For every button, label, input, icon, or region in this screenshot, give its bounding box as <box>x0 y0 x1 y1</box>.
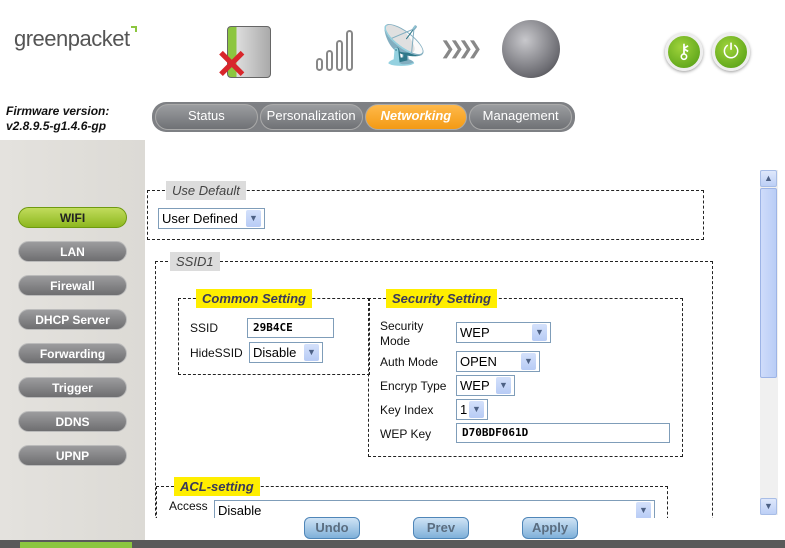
security-mode-value: WEP <box>460 325 490 340</box>
scroll-down-icon[interactable]: ▼ <box>760 498 777 515</box>
hidessid-value: Disable <box>253 345 297 360</box>
common-setting-fieldset: Common Setting SSID 29B4CE HideSSID Disa… <box>178 289 370 375</box>
security-setting-legend: Security Setting <box>386 289 497 308</box>
vertical-scrollbar[interactable]: ▲ ▼ <box>760 170 778 515</box>
use-default-value: User Defined <box>162 211 238 226</box>
tab-personalization[interactable]: Personalization <box>259 104 363 130</box>
chevron-down-icon: ▼ <box>469 401 484 418</box>
hidessid-select[interactable]: Disable ▼ <box>249 342 323 363</box>
auth-mode-select[interactable]: OPEN ▼ <box>456 351 540 372</box>
chevron-down-icon: ▼ <box>246 210 261 227</box>
key-index-value: 1 <box>460 402 468 417</box>
sidebar-item-forwarding[interactable]: Forwarding <box>18 343 127 364</box>
use-default-legend: Use Default <box>166 181 246 200</box>
chevron-down-icon: ▼ <box>532 324 547 341</box>
acl-setting-fieldset: ACL-setting Access Disable ▼ <box>156 477 668 518</box>
wep-key-label: WEP Key <box>380 427 432 441</box>
firmware-label: Firmware version: <box>6 104 110 118</box>
ssid1-legend: SSID1 <box>170 252 220 271</box>
scroll-up-icon[interactable]: ▲ <box>760 170 777 187</box>
sidebar-item-lan[interactable]: LAN <box>18 241 127 262</box>
sidebar-item-wifi[interactable]: WIFI <box>18 207 127 228</box>
acl-setting-legend: ACL-setting <box>174 477 260 496</box>
chevron-down-icon: ▼ <box>636 502 651 518</box>
encryp-type-label: Encryp Type <box>380 379 447 393</box>
tab-management[interactable]: Management <box>469 104 572 130</box>
access-label: Access <box>169 499 208 513</box>
globe-icon <box>502 20 560 78</box>
encryp-type-select[interactable]: WEP ▼ <box>456 375 515 396</box>
main-tabs: Status Personalization Networking Manage… <box>152 102 575 132</box>
disconnected-device-icon: ✕ <box>215 26 275 85</box>
signal-strength-icon <box>316 28 356 73</box>
sidebar-item-firewall[interactable]: Firewall <box>18 275 127 296</box>
use-default-select[interactable]: User Defined ▼ <box>158 208 265 229</box>
ssid-label: SSID <box>190 321 219 335</box>
access-value: Disable <box>218 503 262 518</box>
sidebar <box>0 140 145 540</box>
key-index-select[interactable]: 1 ▼ <box>456 399 488 420</box>
security-mode-label: Security Mode <box>380 319 424 348</box>
auth-mode-label: Auth Mode <box>380 355 439 369</box>
ssid-input[interactable]: 29B4CE <box>247 318 334 338</box>
encryp-type-value: WEP <box>460 378 490 393</box>
undo-button[interactable]: Undo <box>304 517 360 539</box>
greenpacket-logo: greenpacket <box>14 26 137 52</box>
tab-status[interactable]: Status <box>155 104 258 130</box>
satellite-dish-icon: 📡 <box>380 25 428 67</box>
access-select[interactable]: Disable ▼ <box>214 500 655 518</box>
sidebar-item-dhcp-server[interactable]: DHCP Server <box>18 309 127 330</box>
hidessid-label: HideSSID <box>190 346 243 360</box>
key-index-label: Key Index <box>380 403 434 417</box>
chevron-down-icon: ▼ <box>496 377 511 394</box>
sidebar-item-trigger[interactable]: Trigger <box>18 377 127 398</box>
auth-mode-value: OPEN <box>460 354 497 369</box>
key-icon[interactable]: ⚷ <box>665 33 703 71</box>
sidebar-item-ddns[interactable]: DDNS <box>18 411 127 432</box>
power-icon[interactable]: ⏻ <box>712 33 750 71</box>
chevron-down-icon: ▼ <box>521 353 536 370</box>
tab-networking[interactable]: Networking <box>364 104 468 130</box>
security-mode-select[interactable]: WEP ▼ <box>456 322 551 343</box>
use-default-fieldset: Use Default User Defined ▼ <box>147 181 704 240</box>
ssid1-fieldset: SSID1 Common Setting SSID 29B4CE HideSSI… <box>155 252 713 518</box>
firmware-version: v2.8.9.5-g1.4.6-gp <box>6 119 107 133</box>
content-area: Use Default User Defined ▼ SSID1 Common S… <box>145 160 760 518</box>
chevrons-right-icon: ❯❯❯❯ <box>440 38 482 58</box>
sidebar-item-upnp[interactable]: UPNP <box>18 445 127 466</box>
firmware-info: Firmware version: v2.8.9.5-g1.4.6-gp <box>6 104 109 134</box>
footer-accent <box>20 542 132 548</box>
prev-button[interactable]: Prev <box>413 517 469 539</box>
security-setting-fieldset: Security Setting Security Mode WEP ▼ Auth… <box>368 289 683 457</box>
scrollbar-thumb[interactable] <box>760 188 777 378</box>
apply-button[interactable]: Apply <box>522 517 578 539</box>
common-setting-legend: Common Setting <box>196 289 312 308</box>
chevron-down-icon: ▼ <box>304 344 319 361</box>
wep-key-input[interactable]: D70BDF061D <box>456 423 670 443</box>
